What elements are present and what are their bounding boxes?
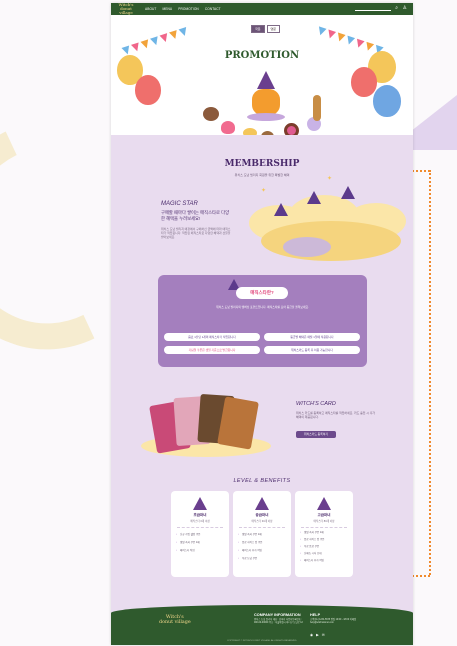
witch-hat-icon (274, 203, 288, 216)
company-info-text: 위치스 도넛 빌리지 대표 : 김마녀 사업자등록번호 : 000-00-000… (254, 619, 303, 625)
cloud-illustration (283, 237, 331, 257)
benefit-item: 음료 사이즈 업 쿠폰 (300, 538, 348, 542)
site-footer: Witch's donut village COMPANY INFORMATIO… (111, 605, 413, 645)
nav-promotion[interactable]: PROMOTION (178, 7, 199, 11)
faq-description: 위치스 도넛 빌리지의 멤버십 포인트입니다. 매직스타를 모아 등급을 올려보… (216, 305, 309, 309)
faq-item[interactable]: 음료 1잔당 1개의 매직스타가 적립됩니다 (164, 333, 260, 341)
level-benefits-title: LEVEL & BENEFITS (233, 478, 291, 484)
magic-star-faq-box: 매직스타란? 위치스 도넛 빌리지의 멤버십 포인트입니다. 매직스타를 모아 … (158, 275, 367, 367)
social-links: ◉ ▶ ✉ (310, 633, 325, 637)
membership-subtitle: 위치스 도넛 빌리지 회원을 위한 특별한 혜택 (234, 173, 290, 177)
pedestal-illustration (247, 113, 285, 121)
sparkle-icon: ✦ (327, 176, 333, 182)
promotion-hero: 국문 영문 PROMOTION (111, 15, 413, 143)
balloon-illustration (373, 85, 401, 117)
balloon-illustration (135, 75, 161, 105)
faq-item[interactable]: 등급별 혜택은 매월 1일에 적용됩니다 (264, 333, 360, 341)
language-toggle: 국문 영문 (251, 25, 281, 33)
dotted-guide-line (429, 170, 431, 575)
top-navigation-bar: Witch's donut village ABOUT MENU PROMOTI… (111, 3, 413, 15)
divider (177, 527, 223, 528)
benefit-item: 신메뉴 시식 초대 (300, 552, 348, 556)
level-condition: 매직스타 80개 이상 (313, 520, 335, 523)
dotted-guide-line (412, 575, 430, 577)
membership-title: MEMBERSHIP (224, 159, 300, 169)
level-name: 중급마녀 (255, 513, 269, 517)
benefit-item: 생일 축하 쿠폰 1매 (238, 533, 286, 537)
balloon-illustration (351, 67, 377, 97)
witch-card-title: WITCH'S CARD (296, 401, 336, 407)
user-icon[interactable]: ♙ (403, 5, 407, 11)
magic-star-title: MAGIC STAR (161, 201, 198, 207)
witch-hat-icon (307, 191, 321, 204)
lang-english-tab[interactable]: 영문 (266, 25, 281, 33)
footer-logo[interactable]: Witch's donut village (159, 615, 191, 625)
level-card-beginner: 초급마녀 매직스타 0개 이상 신규 가입 웰컴 쿠폰 생일 축하 쿠폰 1매 … (171, 491, 229, 577)
magic-star-description: 위치스 도넛 빌리지 매장에서 구매하신 금액에 따라 매직스타가 적립됩니다.… (161, 227, 231, 240)
level-card-advanced: 고급마녀 매직스타 80개 이상 생일 축하 쿠폰 1매 음료 사이즈 업 쿠폰… (295, 491, 353, 577)
benefit-item: 생일 축하 쿠폰 1매 (300, 531, 348, 535)
benefit-item: 신규 가입 웰컴 쿠폰 (176, 533, 224, 537)
donut-character (221, 121, 235, 134)
benefit-item: 무료 도넛 쿠폰 (238, 557, 286, 561)
witch-hat-illustration (257, 71, 275, 89)
register-card-button[interactable]: 위치스카드 등록하기 (296, 431, 336, 438)
churro-character (313, 95, 321, 121)
sparkle-icon: ✦ (261, 188, 267, 194)
page-title: PROMOTION (224, 50, 300, 61)
help-heading: HELP (310, 613, 321, 617)
divider (301, 527, 347, 528)
faq-item[interactable]: 기념일 쿠폰은 생일 기준으로 발급됩니다 (164, 346, 260, 354)
benefit-item: 매직스타 적립 (176, 549, 224, 553)
level-name: 고급마녀 (317, 513, 331, 517)
donut-character (203, 107, 219, 121)
witch-card-description: 위치스 카드를 등록하고 매직스타를 적립하세요. 카드 충전 시 추가 혜택이… (296, 411, 376, 420)
instagram-icon[interactable]: ◉ (310, 633, 313, 637)
search-input[interactable] (355, 6, 391, 11)
dotted-guide-line (412, 170, 430, 172)
nav-about[interactable]: ABOUT (145, 7, 156, 11)
witch-character-illustration (252, 89, 280, 115)
level-card-intermediate: 중급마녀 매직스타 30개 이상 생일 축하 쿠폰 1매 음료 사이즈 업 쿠폰… (233, 491, 291, 577)
benefit-item: 무료 음료 쿠폰 (300, 545, 348, 549)
divider (239, 527, 285, 528)
mail-icon[interactable]: ✉ (322, 633, 325, 637)
benefit-item: 생일 축하 쿠폰 1매 (176, 541, 224, 545)
search-icon[interactable]: ⌕ (395, 5, 398, 11)
site-logo[interactable]: Witch's donut village (117, 3, 135, 15)
witch-hat-icon (193, 497, 207, 510)
cloud-illustration (261, 221, 401, 261)
faq-title: 매직스타란? (236, 287, 288, 299)
nav-contact[interactable]: CONTACT (205, 7, 221, 11)
youtube-icon[interactable]: ▶ (316, 633, 319, 637)
level-name: 초급마녀 (193, 513, 207, 517)
witch-hat-icon (341, 186, 355, 199)
level-condition: 매직스타 30개 이상 (251, 520, 273, 523)
membership-section: MEMBERSHIP 위치스 도넛 빌리지 회원을 위한 특별한 혜택 MAGI… (111, 135, 413, 285)
lang-korean-tab[interactable]: 국문 (251, 25, 265, 33)
witch-card-section: WITCH'S CARD 위치스 카드를 등록하고 매직스타를 적립하세요. 카… (111, 383, 413, 463)
benefit-item: 음료 사이즈 업 쿠폰 (238, 541, 286, 545)
help-text: 고객센터 1234-5678 평일 10:00 - 18:00 이메일 help… (310, 619, 357, 625)
copyright-text: COPYRIGHT © WITCH'S DONUT VILLAGE. ALL R… (227, 640, 297, 642)
witch-hat-icon (255, 497, 269, 510)
website-mockup: Witch's donut village ABOUT MENU PROMOTI… (111, 3, 413, 645)
benefit-item: 매직스타 추가 적립 (238, 549, 286, 553)
company-info-heading: COMPANY INFORMATION (254, 613, 301, 617)
nav-menu[interactable]: MENU (162, 7, 172, 11)
witch-hat-icon (317, 497, 331, 510)
faq-item[interactable]: 위치스카드 등록 후 이용 가능합니다 (264, 346, 360, 354)
main-nav: ABOUT MENU PROMOTION CONTACT (145, 7, 221, 11)
benefit-item: 매직스타 추가 적립 (300, 559, 348, 563)
level-condition: 매직스타 0개 이상 (190, 520, 210, 523)
magic-star-lead: 구매할 때마다 쌓이는 매직스타로 다양한 혜택을 누려보세요! (161, 210, 230, 221)
